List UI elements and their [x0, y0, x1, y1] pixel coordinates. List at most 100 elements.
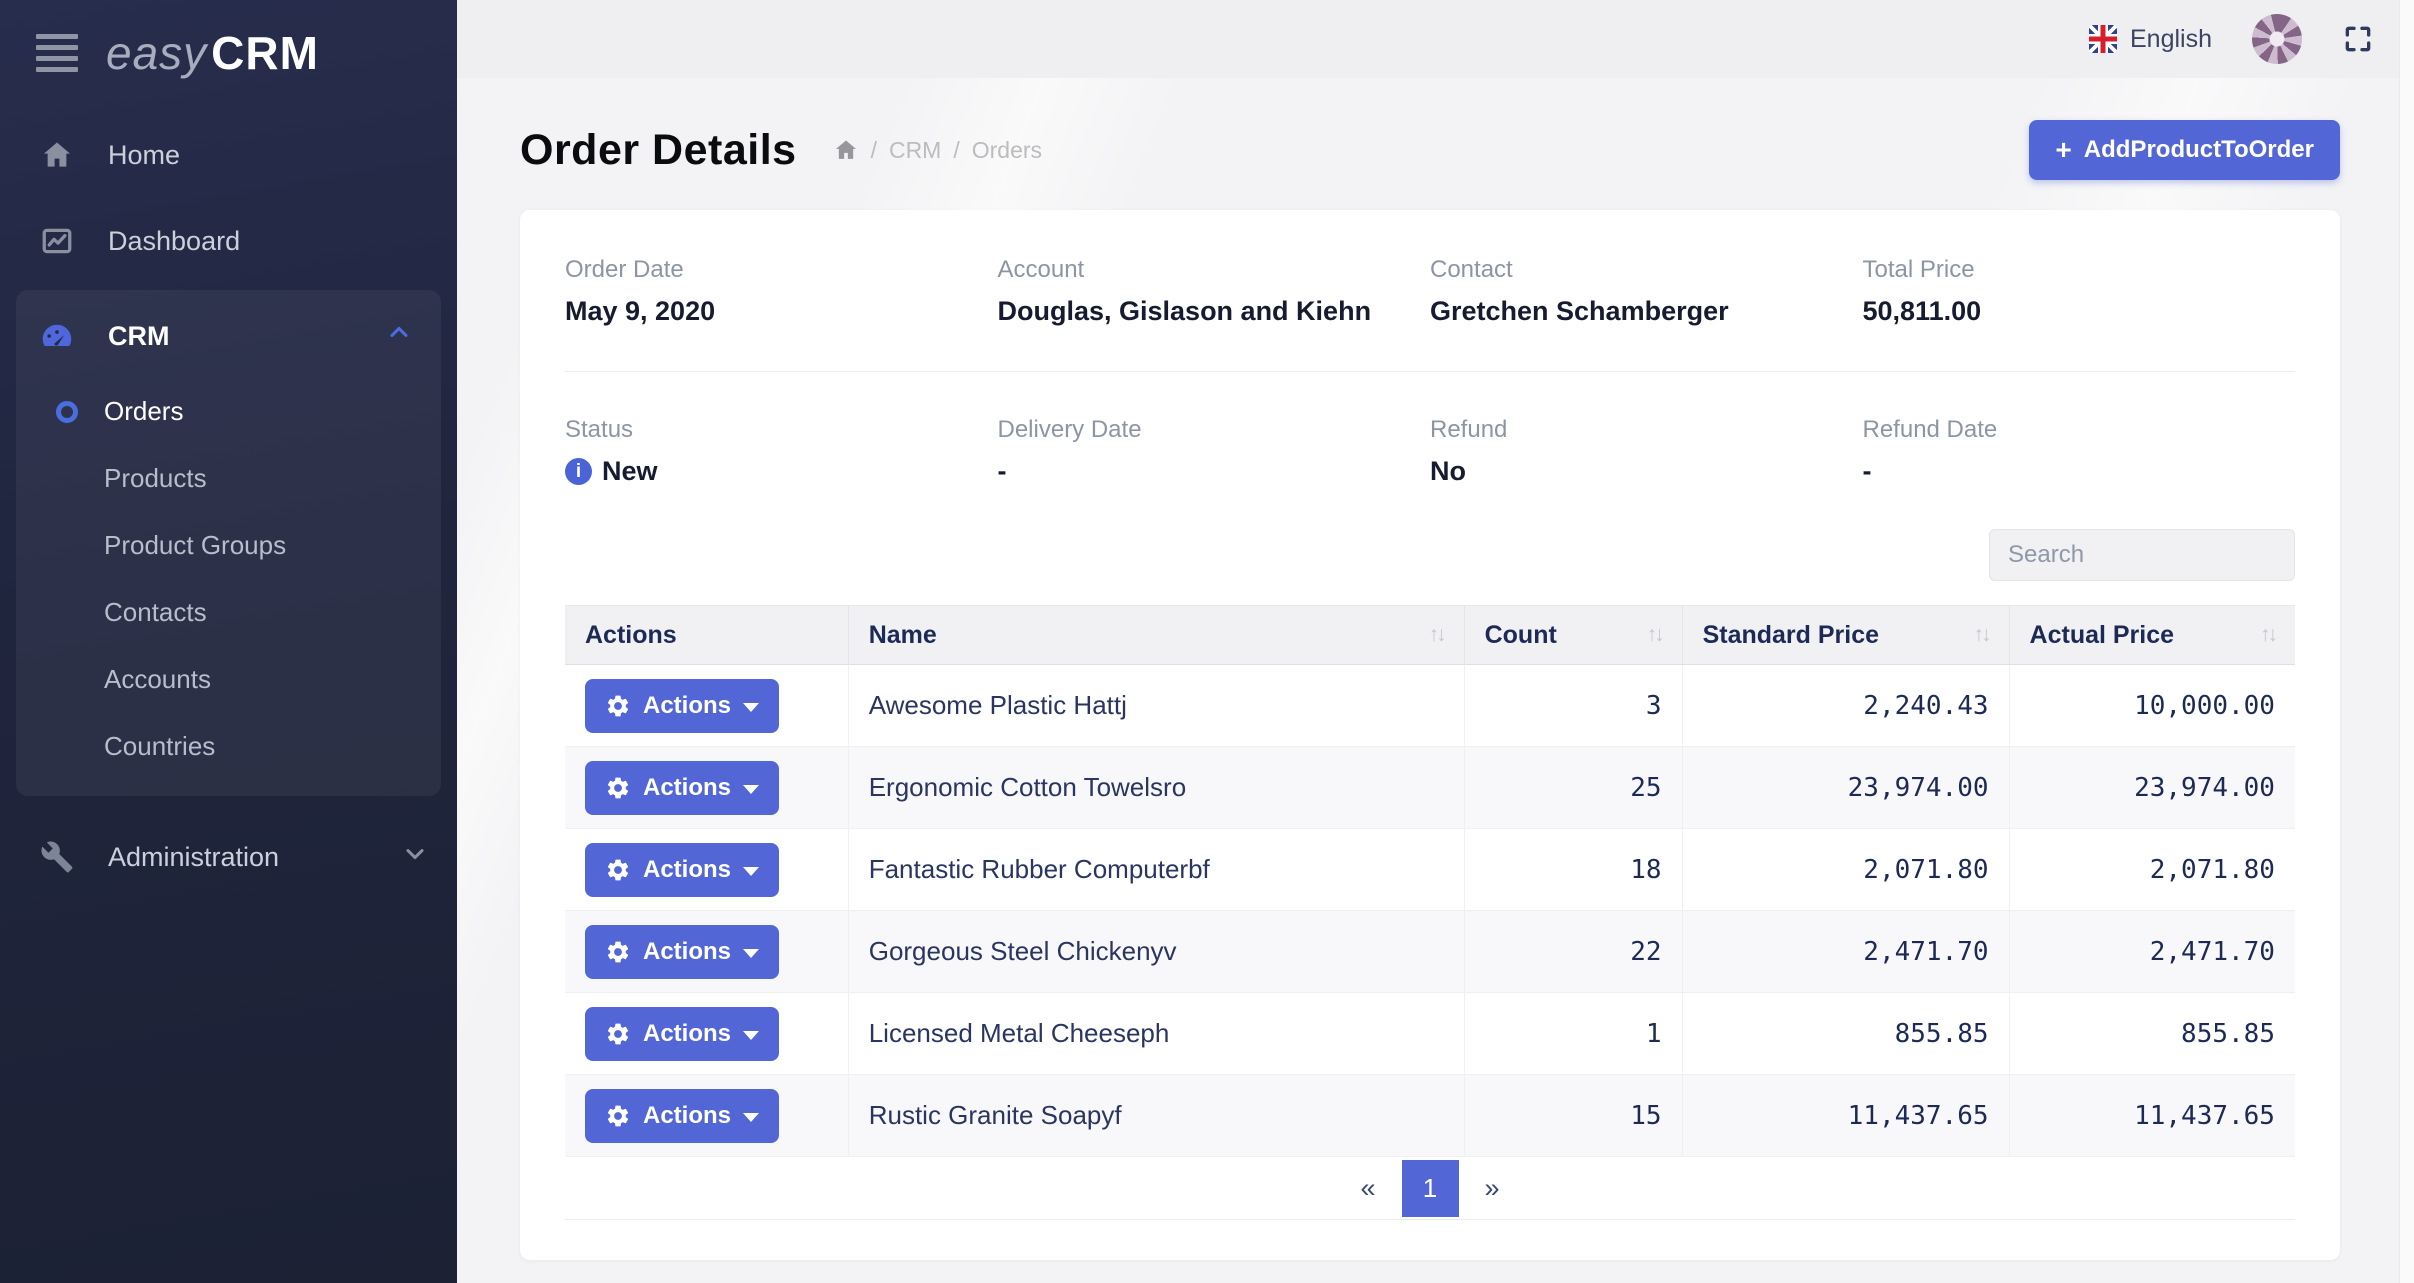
table-header: Actions Name ↑↓ Count ↑↓ Standard Price …	[565, 606, 2295, 665]
breadcrumb-separator: /	[871, 137, 877, 164]
table-toolbar	[565, 529, 2295, 581]
order-fields-row-1: Order Date May 9, 2020 Account Douglas, …	[565, 256, 2295, 372]
gear-icon	[605, 857, 631, 883]
sidebar-item-crm[interactable]: CRM	[16, 294, 441, 378]
caret-down-icon	[743, 949, 759, 958]
caret-down-icon	[743, 703, 759, 712]
actual-price-cell: 23,974.00	[2010, 747, 2295, 828]
sidebar-item-orders[interactable]: Orders	[16, 378, 441, 445]
actual-price-value: 2,071.80	[2150, 855, 2275, 885]
home-icon	[36, 138, 78, 172]
topbar: English	[457, 0, 2414, 78]
language-selector[interactable]: English	[2089, 25, 2212, 54]
product-name: Gorgeous Steel Chickenyv	[869, 936, 1177, 967]
field-label: Refund Date	[1863, 416, 2296, 444]
standard-price-cell: 2,071.80	[1683, 829, 2010, 910]
count-cell: 18	[1465, 829, 1683, 910]
sidebar-item-contacts[interactable]: Contacts	[16, 579, 441, 646]
column-header-standard-price[interactable]: Standard Price ↑↓	[1683, 606, 2010, 664]
gear-icon	[605, 775, 631, 801]
name-cell: Gorgeous Steel Chickenyv	[849, 911, 1465, 992]
breadcrumb: / CRM / Orders	[833, 137, 1042, 164]
actions-button-label: Actions	[643, 692, 731, 720]
sort-icon: ↑↓	[1974, 623, 1989, 647]
field-label: Status	[565, 416, 998, 444]
field-value: -	[1863, 456, 2296, 487]
count-value: 1	[1646, 1019, 1662, 1049]
product-name: Fantastic Rubber Computerbf	[869, 854, 1210, 885]
sidebar-item-dashboard[interactable]: Dashboard	[0, 198, 457, 284]
sort-icon: ↑↓	[1429, 623, 1444, 647]
field-value: 50,811.00	[1863, 296, 2296, 327]
caret-down-icon	[743, 1031, 759, 1040]
products-table: Actions Name ↑↓ Count ↑↓ Standard Price …	[565, 605, 2295, 1220]
app-logo: easyCRM	[106, 30, 319, 76]
table-row: Actions Licensed Metal Cheeseph 1 855.85…	[565, 993, 2295, 1075]
sidebar-item-product-groups[interactable]: Product Groups	[16, 512, 441, 579]
column-label: Standard Price	[1703, 621, 1879, 650]
field-value: -	[998, 456, 1431, 487]
column-label: Count	[1485, 621, 1557, 650]
gear-icon	[605, 693, 631, 719]
add-product-to-order-button[interactable]: + AddProductToOrder	[2029, 120, 2340, 180]
count-cell: 15	[1465, 1075, 1683, 1156]
sidebar-item-countries[interactable]: Countries	[16, 713, 441, 780]
page-title: Order Details	[520, 126, 797, 175]
sidebar-item-home[interactable]: Home	[0, 112, 457, 198]
field-order-date: Order Date May 9, 2020	[565, 256, 998, 327]
gauge-icon	[36, 318, 78, 354]
standard-price-value: 11,437.65	[1848, 1101, 1989, 1131]
row-actions-button[interactable]: Actions	[585, 761, 779, 815]
sidebar-item-label: Product Groups	[104, 530, 286, 561]
pagination-next-button[interactable]: »	[1459, 1173, 1526, 1204]
avatar[interactable]	[2252, 14, 2302, 64]
field-value: i New	[565, 456, 998, 487]
product-name: Ergonomic Cotton Towelsro	[869, 772, 1186, 803]
count-cell: 1	[1465, 993, 1683, 1074]
sidebar-item-label: Contacts	[104, 597, 207, 628]
row-actions-button[interactable]: Actions	[585, 1089, 779, 1143]
row-actions-button[interactable]: Actions	[585, 925, 779, 979]
actions-button-label: Actions	[643, 1102, 731, 1130]
dashboard-icon	[36, 224, 78, 258]
logo[interactable]: easyCRM	[0, 0, 457, 76]
row-actions-button[interactable]: Actions	[585, 843, 779, 897]
standard-price-cell: 2,471.70	[1683, 911, 2010, 992]
column-label: Actions	[585, 621, 677, 650]
row-actions-button[interactable]: Actions	[585, 1007, 779, 1061]
table-row: Actions Awesome Plastic Hattj 3 2,240.43…	[565, 665, 2295, 747]
pagination-page-1-button[interactable]: 1	[1402, 1160, 1459, 1217]
actions-cell: Actions	[565, 747, 849, 828]
sidebar-item-administration[interactable]: Administration	[0, 814, 457, 900]
breadcrumb-crm[interactable]: CRM	[889, 137, 941, 164]
plus-icon: +	[2055, 139, 2071, 161]
field-value: No	[1430, 456, 1863, 487]
breadcrumb-orders: Orders	[972, 137, 1042, 164]
home-icon[interactable]	[833, 137, 859, 163]
gear-icon	[605, 939, 631, 965]
field-label: Order Date	[565, 256, 998, 284]
actions-cell: Actions	[565, 829, 849, 910]
sidebar-item-accounts[interactable]: Accounts	[16, 646, 441, 713]
uk-flag-icon	[2089, 25, 2117, 53]
actions-button-label: Actions	[643, 774, 731, 802]
fullscreen-icon[interactable]	[2342, 23, 2374, 55]
pagination-prev-button[interactable]: «	[1334, 1173, 1401, 1204]
row-actions-button[interactable]: Actions	[585, 679, 779, 733]
sidebar-item-label: Products	[104, 463, 207, 494]
column-header-actual-price[interactable]: Actual Price ↑↓	[2010, 606, 2295, 664]
sidebar-item-products[interactable]: Products	[16, 445, 441, 512]
field-total-price: Total Price 50,811.00	[1863, 256, 2296, 327]
breadcrumb-separator: /	[953, 137, 959, 164]
order-fields-row-2: Status i New Delivery Date - Refund No R…	[565, 372, 2295, 495]
standard-price-cell: 23,974.00	[1683, 747, 2010, 828]
hamburger-menu-icon[interactable]	[36, 34, 78, 72]
column-header-name[interactable]: Name ↑↓	[849, 606, 1465, 664]
table-row: Actions Fantastic Rubber Computerbf 18 2…	[565, 829, 2295, 911]
column-header-count[interactable]: Count ↑↓	[1465, 606, 1683, 664]
sidebar-item-label: Administration	[108, 842, 279, 873]
chevron-up-icon	[385, 319, 413, 354]
standard-price-cell: 11,437.65	[1683, 1075, 2010, 1156]
scrollbar[interactable]	[2399, 0, 2414, 1283]
search-input[interactable]	[1989, 529, 2295, 581]
